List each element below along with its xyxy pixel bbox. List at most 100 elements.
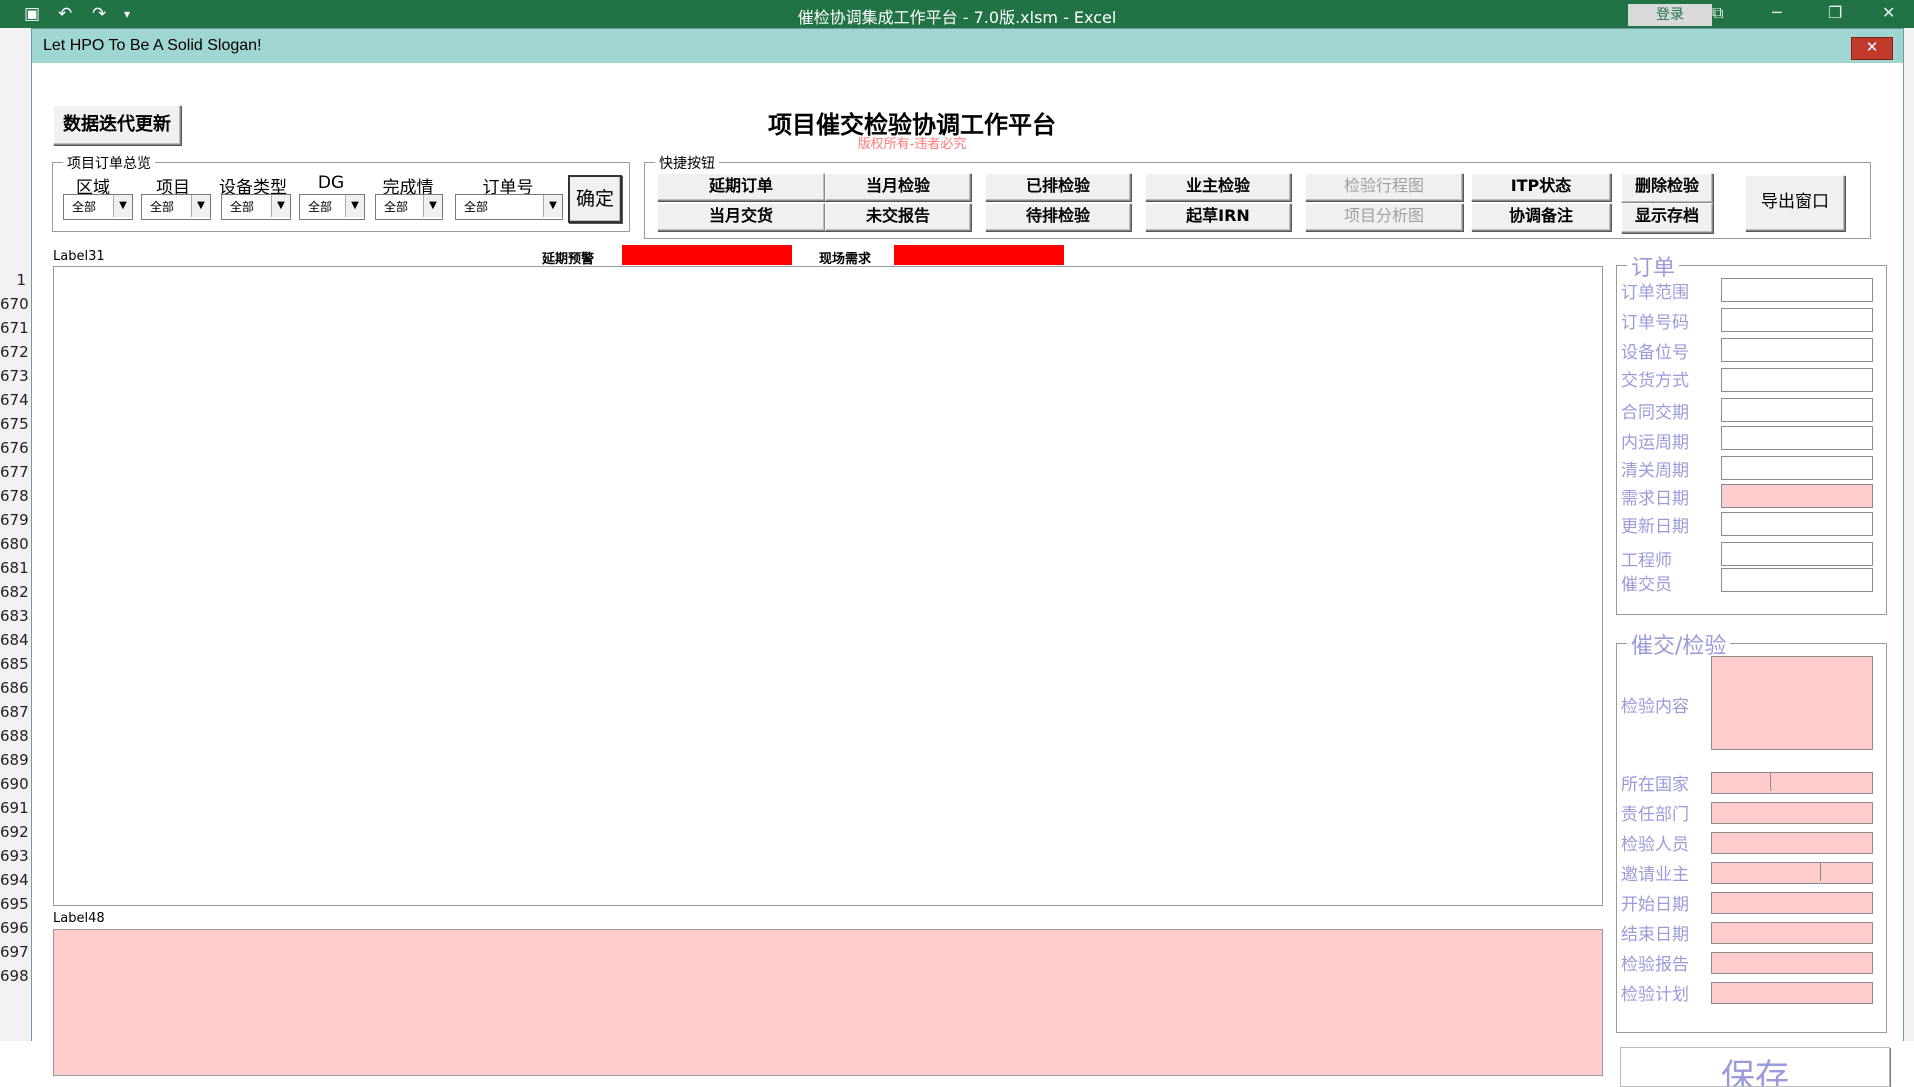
responsible-dept-label: 责任部门	[1621, 805, 1689, 825]
row-number[interactable]: 673	[0, 364, 29, 388]
update-date-field[interactable]	[1721, 512, 1873, 536]
row-number[interactable]: 694	[0, 868, 29, 892]
country-field[interactable]	[1711, 772, 1873, 794]
maximize-icon[interactable]: ❐	[1828, 3, 1842, 22]
draft-irn-button[interactable]: 起草IRN	[1145, 203, 1291, 231]
customs-clearance-label: 清关周期	[1621, 461, 1689, 481]
userform-close-button[interactable]: ✕	[1851, 37, 1893, 60]
delivery-mode-field[interactable]	[1721, 368, 1873, 392]
row-number[interactable]: 687	[0, 700, 29, 724]
filter-region-value: 全部	[72, 200, 97, 214]
equipment-tag-label: 设备位号	[1621, 343, 1689, 363]
row-number[interactable]: 682	[0, 580, 29, 604]
start-date-field[interactable]	[1711, 892, 1873, 914]
export-window-button[interactable]: 导出窗口	[1745, 175, 1845, 231]
to-schedule-inspection-button[interactable]: 待排检验	[985, 203, 1131, 231]
row-number[interactable]: 695	[0, 892, 29, 916]
chevron-down-icon[interactable]: ▼	[345, 195, 364, 217]
inspection-itinerary-button[interactable]: 检验行程图	[1305, 173, 1463, 201]
filter-order-no-select[interactable]: 全部 ▼	[455, 194, 563, 220]
row-number[interactable]: 690	[0, 772, 29, 796]
end-date-field[interactable]	[1711, 922, 1873, 944]
responsible-dept-field[interactable]	[1711, 802, 1873, 824]
engineer-field[interactable]	[1721, 542, 1873, 566]
confirm-button[interactable]: 确定	[568, 175, 622, 223]
contract-delivery-field[interactable]	[1721, 398, 1873, 422]
order-list-box[interactable]	[53, 266, 1603, 906]
invite-owner-field[interactable]	[1711, 862, 1873, 884]
filter-project-select[interactable]: 全部 ▼	[141, 194, 211, 220]
month-inspection-button[interactable]: 当月检验	[825, 173, 971, 201]
scheduled-inspection-button[interactable]: 已排检验	[985, 173, 1131, 201]
update-date-label: 更新日期	[1621, 517, 1689, 537]
order-number-field[interactable]	[1721, 308, 1873, 332]
row-number[interactable]: 679	[0, 508, 29, 532]
equipment-tag-field[interactable]	[1721, 338, 1873, 362]
row-number[interactable]: 698	[0, 964, 29, 988]
row-number[interactable]: 677	[0, 460, 29, 484]
delete-inspection-button[interactable]: 删除检验	[1621, 173, 1713, 203]
inspection-plan-label: 检验计划	[1621, 985, 1689, 1005]
month-delivery-button[interactable]: 当月交货	[657, 203, 825, 231]
itp-status-button[interactable]: ITP状态	[1471, 173, 1611, 201]
inspection-report-field[interactable]	[1711, 952, 1873, 974]
row-number[interactable]: 678	[0, 484, 29, 508]
row-number[interactable]: 684	[0, 628, 29, 652]
filter-dg-select[interactable]: 全部 ▼	[299, 194, 365, 220]
row-number[interactable]: 680	[0, 532, 29, 556]
pending-reports-button[interactable]: 未交报告	[825, 203, 971, 231]
row-number[interactable]: 672	[0, 340, 29, 364]
row-number[interactable]: 697	[0, 940, 29, 964]
row-number[interactable]: 1	[0, 268, 26, 292]
row-number[interactable]: 670	[0, 292, 29, 316]
row-number[interactable]: 692	[0, 820, 29, 844]
row-number[interactable]: 691	[0, 796, 29, 820]
customs-clearance-field[interactable]	[1721, 456, 1873, 480]
project-analysis-button[interactable]: 项目分析图	[1305, 203, 1463, 231]
login-button[interactable]: 登录	[1628, 4, 1712, 26]
engineer-label: 工程师	[1621, 551, 1672, 571]
row-number[interactable]: 683	[0, 604, 29, 628]
row-number[interactable]: 685	[0, 652, 29, 676]
inspection-plan-field[interactable]	[1711, 982, 1873, 1004]
ribbon-display-icon[interactable]: ⧉	[1712, 3, 1723, 23]
required-date-field[interactable]	[1721, 484, 1873, 508]
inspector-field[interactable]	[1711, 832, 1873, 854]
coordination-notes-button[interactable]: 协调备注	[1471, 203, 1611, 231]
filter-equipment-type-select[interactable]: 全部 ▼	[221, 194, 291, 220]
chevron-down-icon[interactable]: ▼	[543, 195, 562, 217]
expeditor-field[interactable]	[1721, 568, 1873, 592]
filter-order-no-value: 全部	[464, 200, 489, 214]
chevron-down-icon[interactable]: ▼	[191, 195, 210, 217]
inspection-content-field[interactable]	[1711, 656, 1873, 750]
row-number[interactable]: 693	[0, 844, 29, 868]
save-button[interactable]: 保存	[1620, 1047, 1890, 1087]
userform-title: Let HPO To Be A Solid Slogan!	[43, 37, 262, 54]
close-icon[interactable]: ✕	[1882, 3, 1895, 22]
row-number[interactable]: 688	[0, 724, 29, 748]
show-archive-button[interactable]: 显示存档	[1621, 203, 1713, 233]
chevron-down-icon[interactable]: ▼	[423, 195, 442, 217]
row-number[interactable]: 671	[0, 316, 29, 340]
order-range-label: 订单范围	[1621, 283, 1689, 303]
delayed-orders-button[interactable]: 延期订单	[657, 173, 825, 201]
minimize-icon[interactable]: ─	[1772, 3, 1782, 22]
filter-completion-select[interactable]: 全部 ▼	[375, 194, 443, 220]
filter-region-select[interactable]: 全部 ▼	[63, 194, 133, 220]
row-number[interactable]: 676	[0, 436, 29, 460]
row-number[interactable]: 675	[0, 412, 29, 436]
row-number[interactable]: 681	[0, 556, 29, 580]
detail-list-box[interactable]	[53, 929, 1603, 1076]
data-update-button[interactable]: 数据迭代更新	[53, 105, 181, 145]
order-range-field[interactable]	[1721, 278, 1873, 302]
row-number[interactable]: 696	[0, 916, 29, 940]
owner-inspection-button[interactable]: 业主检验	[1145, 173, 1291, 201]
row-number[interactable]: 689	[0, 748, 29, 772]
filter-project-value: 全部	[150, 200, 175, 214]
row-number[interactable]: 686	[0, 676, 29, 700]
chevron-down-icon[interactable]: ▼	[113, 195, 132, 217]
inland-transport-field[interactable]	[1721, 426, 1873, 450]
chevron-down-icon[interactable]: ▼	[271, 195, 290, 217]
row-number[interactable]: 674	[0, 388, 29, 412]
excel-window-title: 催检协调集成工作平台 - 7.0版.xlsm - Excel	[797, 8, 1117, 27]
